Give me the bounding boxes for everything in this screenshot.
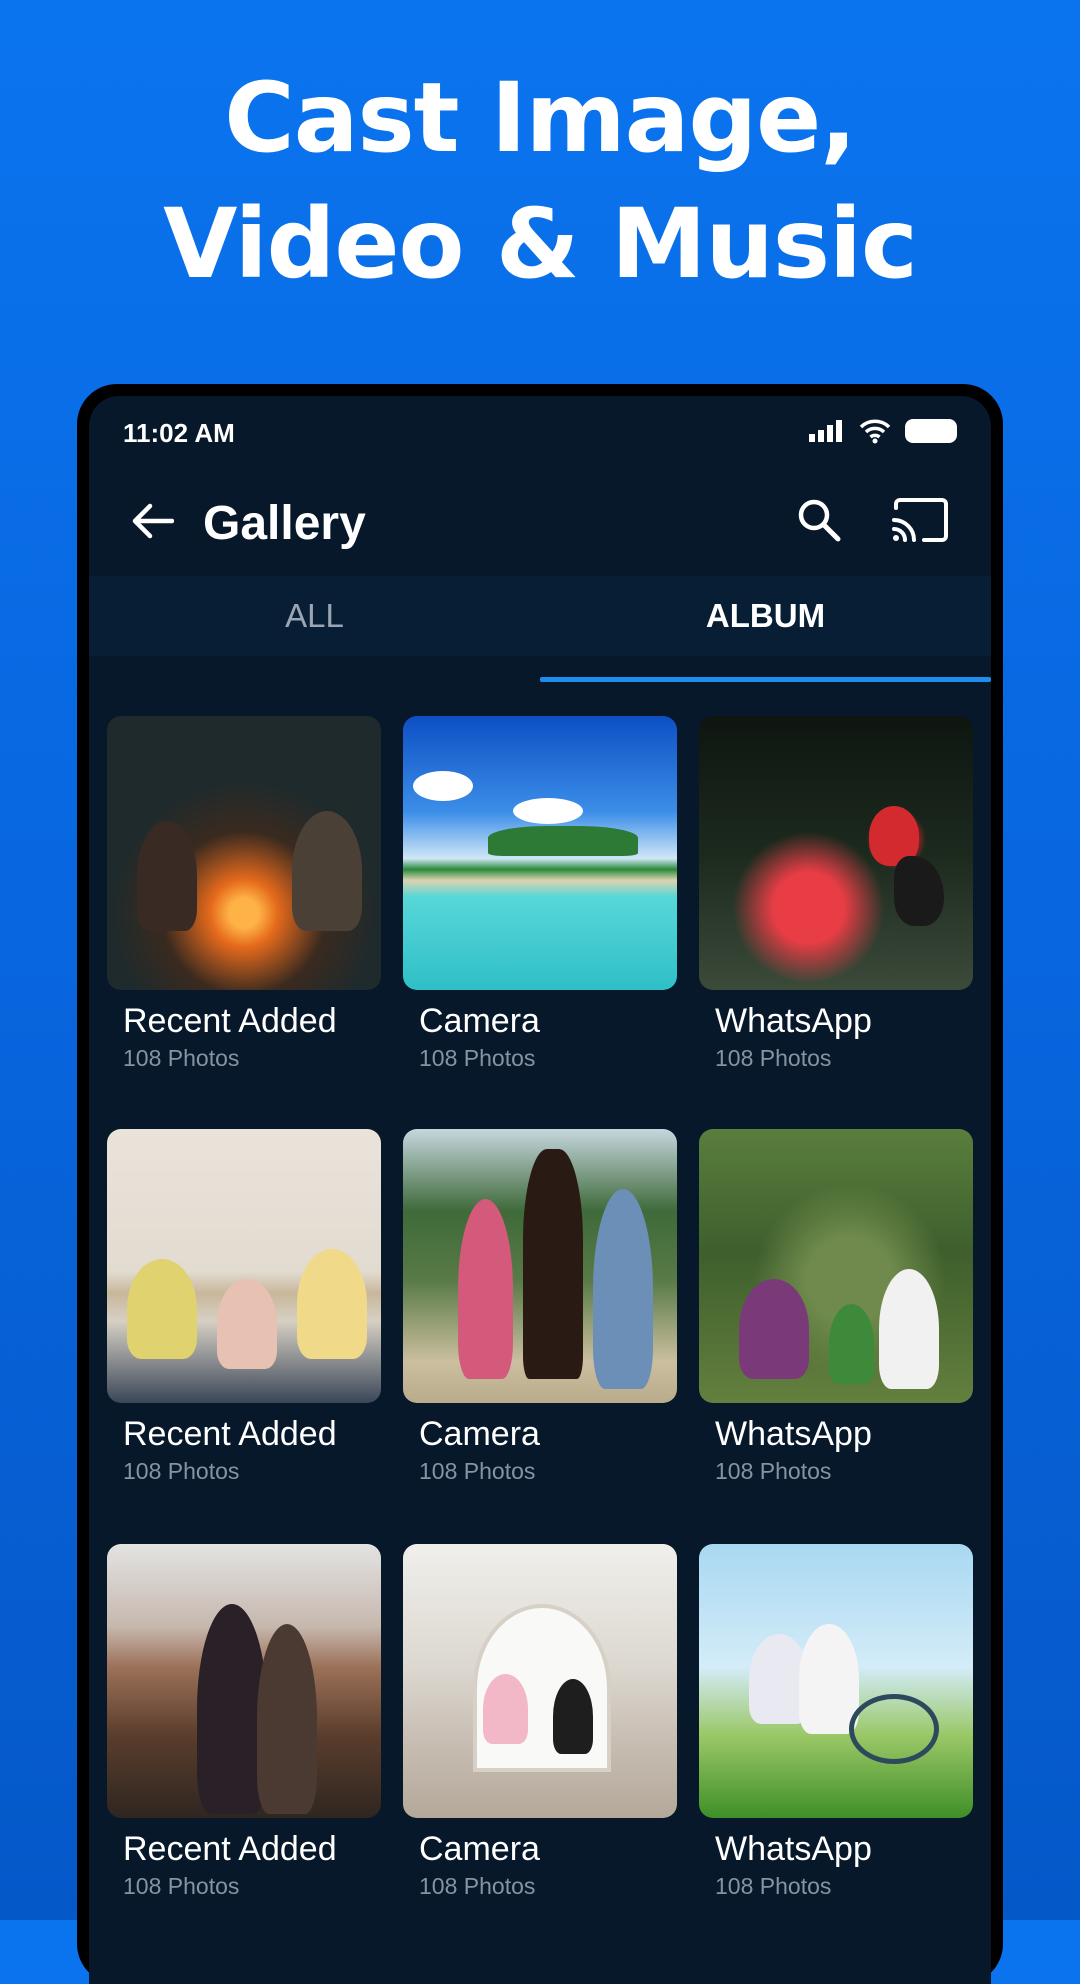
signal-icon	[809, 420, 842, 442]
album-count: 108 Photos	[419, 1873, 536, 1899]
cast-icon	[892, 498, 948, 542]
album-card[interactable]: Camera 108 Photos	[403, 716, 677, 1072]
active-tab-indicator	[540, 677, 991, 682]
album-name: WhatsApp	[715, 1002, 872, 1040]
battery-icon	[905, 419, 957, 443]
search-icon	[798, 499, 841, 542]
album-name: Recent Added	[123, 1002, 337, 1040]
album-name: Camera	[419, 1002, 540, 1040]
album-card[interactable]: Recent Added 108 Photos	[107, 1544, 381, 1900]
phone-frame: 11:02 AM Gallery ALL ALBUM Recent Added …	[77, 384, 1003, 1984]
album-count: 108 Photos	[419, 1045, 536, 1071]
album-name: WhatsApp	[715, 1830, 872, 1868]
album-card[interactable]: Recent Added 108 Photos	[107, 1129, 381, 1485]
status-time: 11:02 AM	[123, 418, 235, 448]
tab-bar: ALL ALBUM	[89, 576, 991, 656]
album-thumbnail	[699, 1129, 973, 1403]
page-title: Gallery	[203, 497, 366, 550]
promo-headline: Cast Image, Video & Music	[0, 55, 1080, 307]
album-name: Camera	[419, 1830, 540, 1868]
status-icons	[809, 418, 957, 444]
album-card[interactable]: Recent Added 108 Photos	[107, 716, 381, 1072]
headline-line-1: Cast Image,	[224, 62, 857, 174]
album-card[interactable]: WhatsApp 108 Photos	[699, 716, 973, 1072]
back-arrow-icon	[132, 503, 174, 539]
album-thumbnail	[699, 716, 973, 990]
phone-screen: 11:02 AM Gallery ALL ALBUM Recent Added …	[89, 396, 991, 1984]
album-count: 108 Photos	[123, 1458, 240, 1484]
album-thumbnail	[107, 1544, 381, 1818]
album-card[interactable]: WhatsApp 108 Photos	[699, 1544, 973, 1900]
wifi-icon	[859, 419, 891, 444]
status-bar: 11:02 AM	[89, 396, 991, 466]
album-card[interactable]: WhatsApp 108 Photos	[699, 1129, 973, 1485]
album-thumbnail	[403, 716, 677, 990]
album-thumbnail	[403, 1544, 677, 1818]
album-count: 108 Photos	[123, 1045, 240, 1071]
album-thumbnail	[107, 1129, 381, 1403]
search-button[interactable]	[789, 490, 849, 550]
tab-album[interactable]: ALBUM	[540, 576, 991, 656]
back-button[interactable]	[125, 494, 179, 548]
app-bar: Gallery	[89, 466, 991, 576]
album-thumbnail	[699, 1544, 973, 1818]
album-thumbnail	[403, 1129, 677, 1403]
cast-button[interactable]	[885, 490, 955, 550]
tab-all[interactable]: ALL	[89, 576, 540, 656]
album-count: 108 Photos	[715, 1458, 832, 1484]
album-count: 108 Photos	[715, 1873, 832, 1899]
album-count: 108 Photos	[419, 1458, 536, 1484]
album-name: Recent Added	[123, 1415, 337, 1453]
album-card[interactable]: Camera 108 Photos	[403, 1129, 677, 1485]
album-card[interactable]: Camera 108 Photos	[403, 1544, 677, 1900]
album-name: Recent Added	[123, 1830, 337, 1868]
album-count: 108 Photos	[123, 1873, 240, 1899]
album-name: Camera	[419, 1415, 540, 1453]
headline-line-2: Video & Music	[163, 188, 918, 300]
album-thumbnail	[107, 716, 381, 990]
album-count: 108 Photos	[715, 1045, 832, 1071]
album-name: WhatsApp	[715, 1415, 872, 1453]
